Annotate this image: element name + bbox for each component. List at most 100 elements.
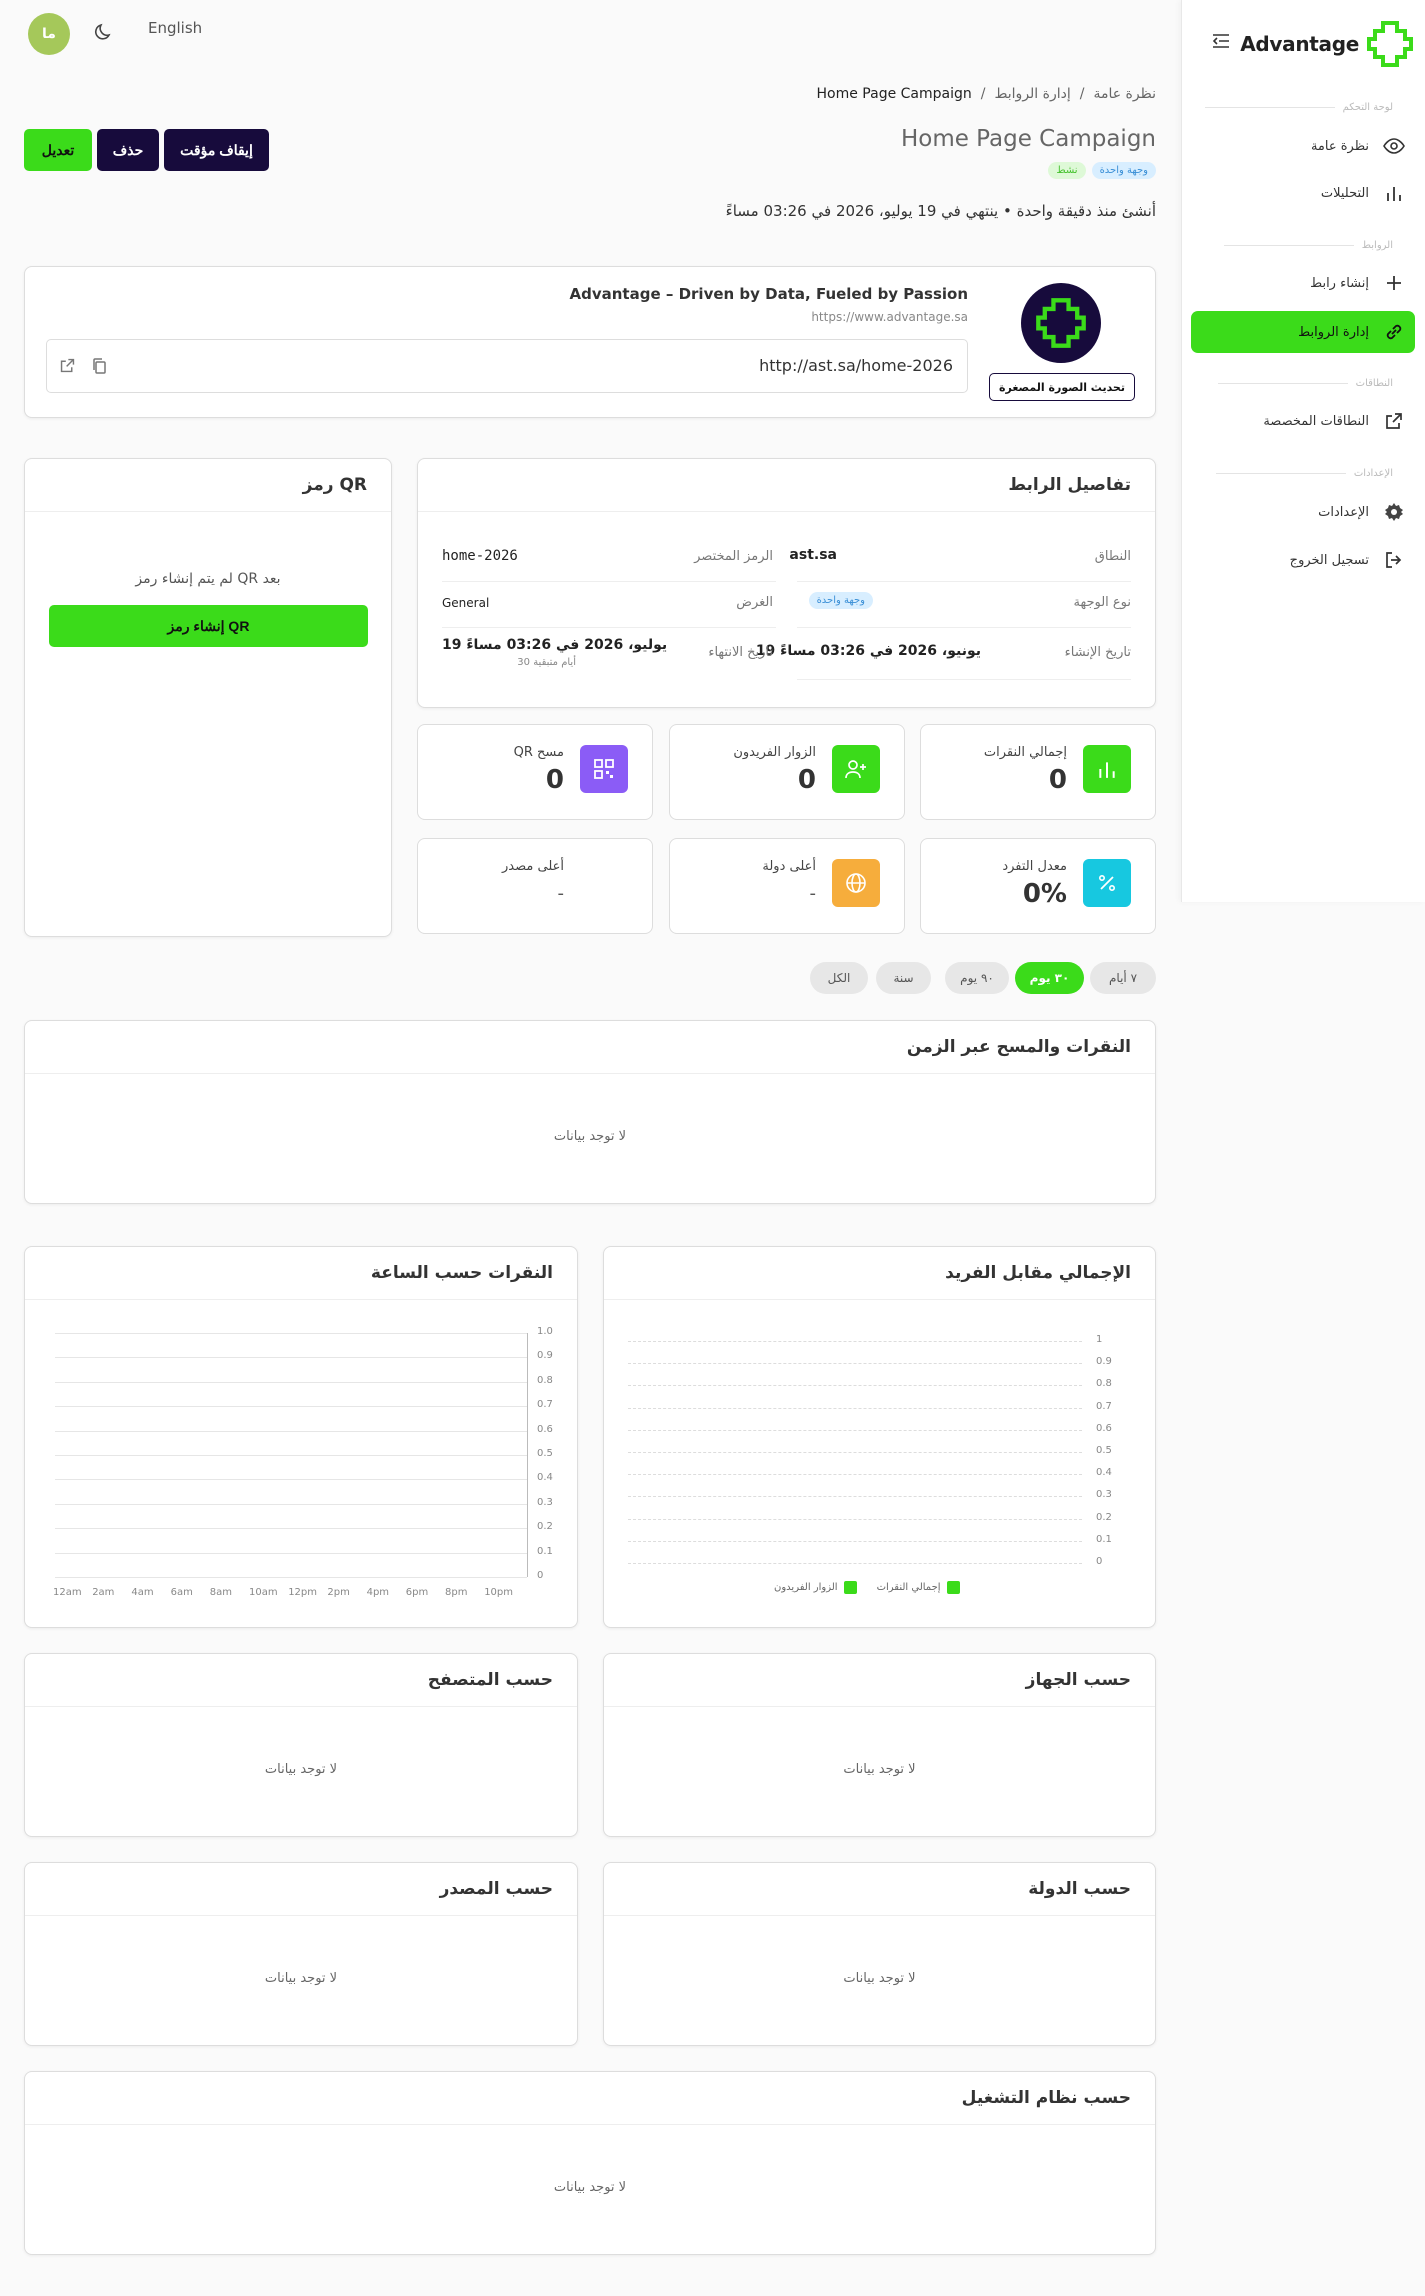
x-tick-label: 6am [170,1587,193,1598]
short-code-label: الرمز المختصر [694,549,773,564]
x-tick-label: 10am [249,1587,278,1598]
browser-title: حسب المتصفح [25,1654,577,1707]
y-tick-label: 0 [537,1570,544,1581]
advantage-logo-icon [1036,298,1086,348]
timeline-chart-card: النقرات والمسح عبر الزمن لا توجد بيانات [24,1020,1156,1204]
open-external-icon[interactable] [59,357,76,378]
moon-icon[interactable] [92,20,116,44]
x-tick-label: 4am [131,1587,154,1598]
stat-label: معدل التفرد [1002,859,1067,874]
range-90-days[interactable]: ٩٠ يوم [945,962,1009,994]
user-plus-icon [832,745,880,793]
expiry-value: 19 يوليو، 2026 في 03:26 مساءً [442,637,668,653]
section-label-domains: النطاقات [1218,378,1393,389]
purpose-label: الغرض [736,595,773,610]
sidebar-item-create-link[interactable]: إنشاء رابط [1181,262,1425,304]
stat-top-source: أعلى مصدر - [417,838,653,934]
y-tick-label: 0.8 [1096,1378,1112,1390]
grid-line [628,1474,1082,1476]
sidebar-item-label: إدارة الروابط [1298,324,1369,340]
stat-total-clicks: إجمالي النقرات 0 [920,724,1156,820]
sidebar-item-label: النطاقات المخصصة [1263,413,1369,429]
grid-line [55,1577,527,1578]
legend-item-unique[interactable]: الزوار الفريدون [774,1581,857,1594]
x-tick-label: 6pm [405,1587,429,1598]
x-tick-label: 2am [92,1587,115,1598]
sidebar-item-logout[interactable]: تسجيل الخروج [1181,539,1425,581]
breadcrumb-overview[interactable]: نظرة عامة [1093,86,1156,102]
site-favicon [1021,283,1101,363]
generate-qr-button[interactable]: إنشاء رمز QR [49,605,368,647]
qr-icon [580,745,628,793]
stat-value: 0% [1022,879,1067,909]
x-tick-label: 10pm [484,1587,514,1598]
copy-icon[interactable] [91,357,107,379]
avatar[interactable]: ما [28,13,70,55]
preview-url[interactable]: https://www.advantage.sa [811,310,968,324]
delete-button[interactable]: حذف [97,129,159,171]
grid-line [628,1385,1082,1387]
bar-chart-icon [1083,745,1131,793]
stat-value: 0 [797,765,816,795]
collapse-sidebar-icon[interactable] [1210,30,1232,52]
country-card: حسب الدولة لا توجد بيانات [603,1862,1156,2046]
sidebar-item-label: الإعدادات [1318,504,1369,520]
total-vs-unique-title: الإجمالي مقابل الفريد [604,1247,1155,1300]
range-all[interactable]: الكل [810,962,868,994]
x-tick-label: 8pm [445,1587,468,1598]
grid-line [55,1552,527,1554]
y-tick-label: 0.7 [1096,1400,1112,1412]
short-url[interactable]: http://ast.sa/home-2026 [759,356,953,375]
stat-value: 0 [545,765,564,795]
x-tick-label: 2pm [327,1587,350,1598]
stat-top-country: أعلى دولة - [669,838,905,934]
logo-text: Advantage [1240,32,1359,56]
y-tick-label: 0.7 [537,1399,553,1411]
destination-type-label: نوع الوجهة [1073,595,1131,610]
advantage-logo-icon [1367,21,1413,67]
pause-button[interactable]: إيقاف مؤقت [164,129,269,171]
destination-type-value: وجهة واحدة [808,592,873,609]
qr-card-title: رمز QR [25,459,391,512]
grid-line [55,1406,527,1408]
legend-item-total[interactable]: إجمالي النقرات [877,1581,960,1594]
grid-line [628,1341,1082,1342]
range-30-days[interactable]: ٣٠ يوم [1015,962,1084,994]
y-tick-label: 0 [1096,1556,1103,1567]
grid-line [628,1452,1082,1453]
grid-line [55,1503,527,1505]
os-title: حسب نظام التشغيل [25,2072,1155,2125]
y-tick-label: 0.6 [1096,1422,1112,1434]
timeline-title: النقرات والمسح عبر الزمن [25,1021,1155,1074]
range-7-days[interactable]: ٧ أيام [1090,962,1156,994]
grid-line [628,1429,1082,1431]
language-switch[interactable]: English [148,19,202,37]
sidebar-item-manage-links[interactable]: إدارة الروابط [1191,311,1415,353]
sidebar-item-analytics[interactable]: التحليلات [1181,172,1425,214]
sidebar-item-overview[interactable]: نظرة عامة [1181,125,1425,167]
x-tick-label: 4pm [366,1587,390,1598]
edit-button[interactable]: تعديل [24,129,92,171]
y-tick-label: 0.4 [1096,1467,1112,1479]
logo[interactable]: Advantage [1240,14,1415,74]
grid-line [55,1455,527,1456]
update-thumbnail-button[interactable]: تحديث الصورة المصغرة [989,373,1135,401]
no-data-text: لا توجد بيانات [553,1129,627,1144]
y-tick-label: 0.2 [537,1521,553,1533]
plus-icon [1383,272,1405,294]
stat-unique-visitors: الزوار الفريدون 0 [669,724,905,820]
grid-line [55,1528,527,1530]
sidebar-item-custom-domains[interactable]: النطاقات المخصصة [1181,400,1425,442]
y-tick-label: 0.3 [537,1496,553,1508]
destination-type-badge: وجهة واحدة [1091,162,1156,179]
stat-label: مسح QR [513,745,564,760]
status-badge: نشط [1048,162,1086,179]
range-year[interactable]: سنة [876,962,931,994]
x-tick-label: 8am [209,1587,233,1598]
section-label-settings: الإعدادات [1216,468,1393,479]
y-tick-label: 1.0 [537,1326,553,1337]
sidebar-item-settings[interactable]: الإعدادات [1181,491,1425,533]
grid-line [628,1540,1082,1542]
breadcrumb-manage-links[interactable]: إدارة الروابط [994,86,1070,102]
link-icon [1383,321,1405,343]
